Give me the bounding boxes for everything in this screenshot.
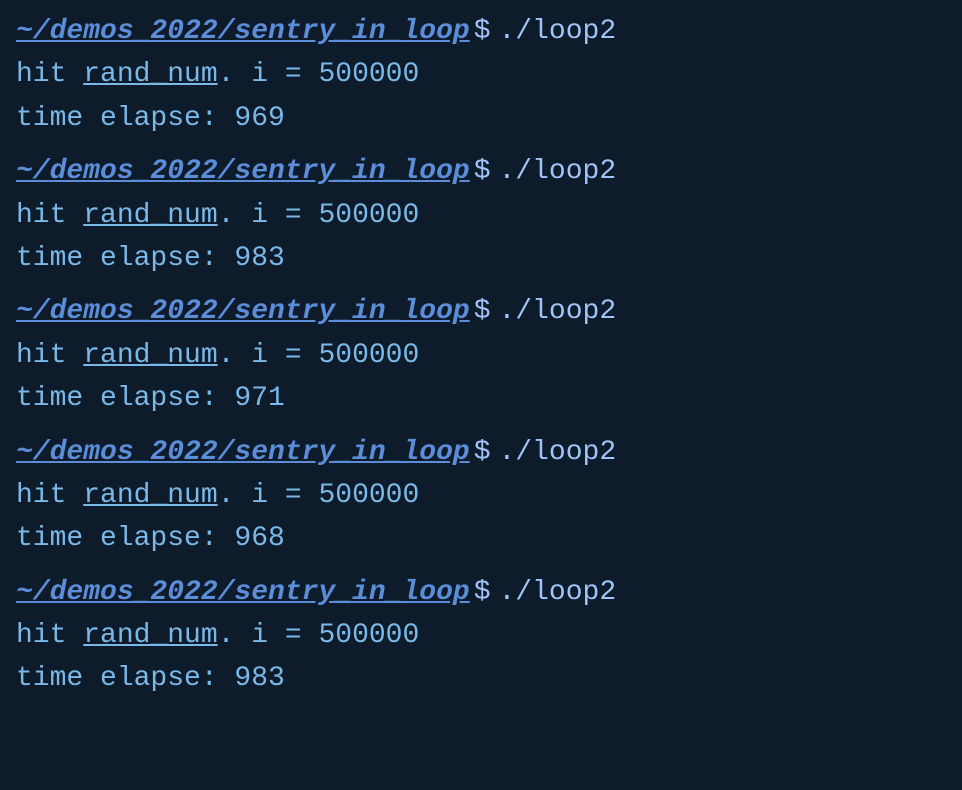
prompt-command-4: ./loop2: [499, 571, 617, 614]
prompt-line-0: ~/demos_2022/sentry_in_loop$./loop2: [16, 10, 946, 53]
output-rand-4: hit rand_num. i = 500000: [16, 614, 946, 657]
prompt-dollar-2: $: [474, 290, 491, 333]
prompt-path-3: ~/demos_2022/sentry_in_loop: [16, 431, 470, 474]
terminal-block-3: ~/demos_2022/sentry_in_loop$./loop2hit r…: [16, 431, 946, 561]
prompt-command-1: ./loop2: [499, 150, 617, 193]
terminal-block-0: ~/demos_2022/sentry_in_loop$./loop2hit r…: [16, 10, 946, 140]
prompt-path-1: ~/demos_2022/sentry_in_loop: [16, 150, 470, 193]
prompt-dollar-4: $: [474, 571, 491, 614]
prompt-dollar-1: $: [474, 150, 491, 193]
prompt-command-2: ./loop2: [499, 290, 617, 333]
prompt-line-2: ~/demos_2022/sentry_in_loop$./loop2: [16, 290, 946, 333]
terminal-block-1: ~/demos_2022/sentry_in_loop$./loop2hit r…: [16, 150, 946, 280]
output-time-0: time elapse: 969: [16, 97, 946, 140]
prompt-dollar-3: $: [474, 431, 491, 474]
output-rand-0: hit rand_num. i = 500000: [16, 53, 946, 96]
output-rand-1: hit rand_num. i = 500000: [16, 194, 946, 237]
output-time-2: time elapse: 971: [16, 377, 946, 420]
prompt-line-3: ~/demos_2022/sentry_in_loop$./loop2: [16, 431, 946, 474]
prompt-line-4: ~/demos_2022/sentry_in_loop$./loop2: [16, 571, 946, 614]
prompt-path-4: ~/demos_2022/sentry_in_loop: [16, 571, 470, 614]
terminal-block-4: ~/demos_2022/sentry_in_loop$./loop2hit r…: [16, 571, 946, 701]
prompt-line-1: ~/demos_2022/sentry_in_loop$./loop2: [16, 150, 946, 193]
prompt-path-0: ~/demos_2022/sentry_in_loop: [16, 10, 470, 53]
output-rand-3: hit rand_num. i = 500000: [16, 474, 946, 517]
output-time-3: time elapse: 968: [16, 517, 946, 560]
prompt-command-3: ./loop2: [499, 431, 617, 474]
prompt-command-0: ./loop2: [499, 10, 617, 53]
terminal-block-2: ~/demos_2022/sentry_in_loop$./loop2hit r…: [16, 290, 946, 420]
output-time-1: time elapse: 983: [16, 237, 946, 280]
prompt-path-2: ~/demos_2022/sentry_in_loop: [16, 290, 470, 333]
output-time-4: time elapse: 983: [16, 657, 946, 700]
output-rand-2: hit rand_num. i = 500000: [16, 334, 946, 377]
prompt-dollar-0: $: [474, 10, 491, 53]
terminal: ~/demos_2022/sentry_in_loop$./loop2hit r…: [0, 0, 962, 790]
